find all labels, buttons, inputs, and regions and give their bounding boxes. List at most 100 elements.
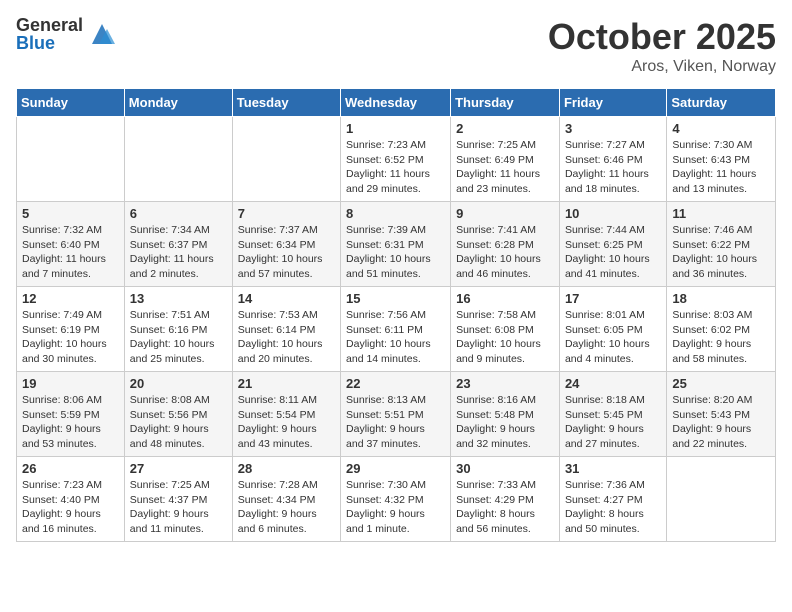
calendar-cell: 24 Sunrise: 8:18 AMSunset: 5:45 PMDayligh… <box>559 372 666 457</box>
day-info: Sunrise: 7:49 AMSunset: 6:19 PMDaylight:… <box>22 308 119 367</box>
day-info: Sunrise: 7:23 AMSunset: 4:40 PMDaylight:… <box>22 478 119 537</box>
calendar-cell: 10 Sunrise: 7:44 AMSunset: 6:25 PMDayligh… <box>559 202 666 287</box>
day-info: Sunrise: 7:30 AMSunset: 6:43 PMDaylight:… <box>672 138 770 197</box>
calendar-cell: 28 Sunrise: 7:28 AMSunset: 4:34 PMDayligh… <box>232 457 340 542</box>
calendar-cell: 29Sunrise: 7:30 AMSunset: 4:32 PMDayligh… <box>341 457 451 542</box>
day-number: 7 <box>238 206 335 221</box>
day-info: Sunrise: 7:46 AMSunset: 6:22 PMDaylight:… <box>672 223 770 282</box>
calendar-cell: 15 Sunrise: 7:56 AMSunset: 6:11 PMDayligh… <box>341 287 451 372</box>
day-number: 24 <box>565 376 661 391</box>
day-info: Sunrise: 8:20 AMSunset: 5:43 PMDaylight:… <box>672 393 770 452</box>
calendar-cell: 21 Sunrise: 8:11 AMSunset: 5:54 PMDayligh… <box>232 372 340 457</box>
day-info: Sunrise: 7:23 AMSunset: 6:52 PMDaylight:… <box>346 138 445 197</box>
day-number: 14 <box>238 291 335 306</box>
month-title: October 2025 <box>548 16 776 58</box>
day-number: 10 <box>565 206 661 221</box>
day-info: Sunrise: 7:58 AMSunset: 6:08 PMDaylight:… <box>456 308 554 367</box>
day-number: 25 <box>672 376 770 391</box>
logo-general: General <box>16 16 83 34</box>
calendar-cell: 18 Sunrise: 8:03 AMSunset: 6:02 PMDayligh… <box>667 287 776 372</box>
calendar-week-row: 1 Sunrise: 7:23 AMSunset: 6:52 PMDaylight… <box>17 117 776 202</box>
calendar-week-row: 12 Sunrise: 7:49 AMSunset: 6:19 PMDayligh… <box>17 287 776 372</box>
day-number: 1 <box>346 121 445 136</box>
day-info: Sunrise: 7:27 AMSunset: 6:46 PMDaylight:… <box>565 138 661 197</box>
calendar-cell: 12 Sunrise: 7:49 AMSunset: 6:19 PMDayligh… <box>17 287 125 372</box>
day-number: 18 <box>672 291 770 306</box>
calendar-cell: 7 Sunrise: 7:37 AMSunset: 6:34 PMDaylight… <box>232 202 340 287</box>
day-number: 12 <box>22 291 119 306</box>
day-number: 28 <box>238 461 335 476</box>
calendar-cell: 22 Sunrise: 8:13 AMSunset: 5:51 PMDayligh… <box>341 372 451 457</box>
day-info: Sunrise: 8:13 AMSunset: 5:51 PMDaylight:… <box>346 393 445 452</box>
day-info: Sunrise: 7:53 AMSunset: 6:14 PMDaylight:… <box>238 308 335 367</box>
calendar-cell: 1 Sunrise: 7:23 AMSunset: 6:52 PMDaylight… <box>341 117 451 202</box>
day-number: 20 <box>130 376 227 391</box>
day-number: 22 <box>346 376 445 391</box>
day-number: 5 <box>22 206 119 221</box>
day-info: Sunrise: 7:37 AMSunset: 6:34 PMDaylight:… <box>238 223 335 282</box>
day-info: Sunrise: 7:51 AMSunset: 6:16 PMDaylight:… <box>130 308 227 367</box>
page-header: General Blue October 2025 Aros, Viken, N… <box>16 16 776 76</box>
calendar-cell: 26 Sunrise: 7:23 AMSunset: 4:40 PMDayligh… <box>17 457 125 542</box>
calendar-cell: 23 Sunrise: 8:16 AMSunset: 5:48 PMDayligh… <box>451 372 560 457</box>
day-number: 17 <box>565 291 661 306</box>
calendar-cell: 30 Sunrise: 7:33 AMSunset: 4:29 PMDayligh… <box>451 457 560 542</box>
day-number: 6 <box>130 206 227 221</box>
calendar-cell: 17 Sunrise: 8:01 AMSunset: 6:05 PMDayligh… <box>559 287 666 372</box>
calendar-cell: 8Sunrise: 7:39 AMSunset: 6:31 PMDaylight… <box>341 202 451 287</box>
day-info: Sunrise: 7:25 AMSunset: 4:37 PMDaylight:… <box>130 478 227 537</box>
day-number: 2 <box>456 121 554 136</box>
day-number: 13 <box>130 291 227 306</box>
calendar-week-row: 19Sunrise: 8:06 AMSunset: 5:59 PMDayligh… <box>17 372 776 457</box>
day-number: 29 <box>346 461 445 476</box>
day-number: 23 <box>456 376 554 391</box>
calendar-week-row: 5Sunrise: 7:32 AMSunset: 6:40 PMDaylight… <box>17 202 776 287</box>
calendar-cell: 14 Sunrise: 7:53 AMSunset: 6:14 PMDayligh… <box>232 287 340 372</box>
calendar-cell: 11Sunrise: 7:46 AMSunset: 6:22 PMDayligh… <box>667 202 776 287</box>
day-info: Sunrise: 8:11 AMSunset: 5:54 PMDaylight:… <box>238 393 335 452</box>
day-info: Sunrise: 8:16 AMSunset: 5:48 PMDaylight:… <box>456 393 554 452</box>
calendar-cell: 9 Sunrise: 7:41 AMSunset: 6:28 PMDaylight… <box>451 202 560 287</box>
calendar-cell: 4 Sunrise: 7:30 AMSunset: 6:43 PMDaylight… <box>667 117 776 202</box>
day-number: 3 <box>565 121 661 136</box>
calendar-cell: 13 Sunrise: 7:51 AMSunset: 6:16 PMDayligh… <box>124 287 232 372</box>
day-number: 21 <box>238 376 335 391</box>
calendar-cell: 19Sunrise: 8:06 AMSunset: 5:59 PMDayligh… <box>17 372 125 457</box>
day-info: Sunrise: 8:18 AMSunset: 5:45 PMDaylight:… <box>565 393 661 452</box>
logo: General Blue <box>16 16 117 52</box>
location: Aros, Viken, Norway <box>548 58 776 76</box>
day-info: Sunrise: 7:28 AMSunset: 4:34 PMDaylight:… <box>238 478 335 537</box>
calendar-cell: 20 Sunrise: 8:08 AMSunset: 5:56 PMDayligh… <box>124 372 232 457</box>
day-info: Sunrise: 7:36 AMSunset: 4:27 PMDaylight:… <box>565 478 661 537</box>
weekday-header-wednesday: Wednesday <box>341 89 451 117</box>
logo-text: General Blue <box>16 16 83 52</box>
calendar-table: SundayMondayTuesdayWednesdayThursdayFrid… <box>16 88 776 542</box>
day-number: 15 <box>346 291 445 306</box>
day-number: 19 <box>22 376 119 391</box>
title-block: October 2025 Aros, Viken, Norway <box>548 16 776 76</box>
day-number: 26 <box>22 461 119 476</box>
weekday-header-row: SundayMondayTuesdayWednesdayThursdayFrid… <box>17 89 776 117</box>
day-info: Sunrise: 7:41 AMSunset: 6:28 PMDaylight:… <box>456 223 554 282</box>
day-number: 31 <box>565 461 661 476</box>
calendar-cell: 2Sunrise: 7:25 AMSunset: 6:49 PMDaylight… <box>451 117 560 202</box>
weekday-header-sunday: Sunday <box>17 89 125 117</box>
day-number: 9 <box>456 206 554 221</box>
day-info: Sunrise: 7:44 AMSunset: 6:25 PMDaylight:… <box>565 223 661 282</box>
day-info: Sunrise: 7:56 AMSunset: 6:11 PMDaylight:… <box>346 308 445 367</box>
calendar-week-row: 26 Sunrise: 7:23 AMSunset: 4:40 PMDayligh… <box>17 457 776 542</box>
day-info: Sunrise: 8:08 AMSunset: 5:56 PMDaylight:… <box>130 393 227 452</box>
calendar-cell: 3 Sunrise: 7:27 AMSunset: 6:46 PMDaylight… <box>559 117 666 202</box>
weekday-header-tuesday: Tuesday <box>232 89 340 117</box>
calendar-cell <box>124 117 232 202</box>
logo-blue: Blue <box>16 34 83 52</box>
day-number: 30 <box>456 461 554 476</box>
day-number: 4 <box>672 121 770 136</box>
day-info: Sunrise: 8:01 AMSunset: 6:05 PMDaylight:… <box>565 308 661 367</box>
logo-icon <box>87 19 117 49</box>
calendar-cell: 31 Sunrise: 7:36 AMSunset: 4:27 PMDayligh… <box>559 457 666 542</box>
day-info: Sunrise: 7:33 AMSunset: 4:29 PMDaylight:… <box>456 478 554 537</box>
day-info: Sunrise: 8:03 AMSunset: 6:02 PMDaylight:… <box>672 308 770 367</box>
calendar-cell <box>667 457 776 542</box>
calendar-cell: 27Sunrise: 7:25 AMSunset: 4:37 PMDayligh… <box>124 457 232 542</box>
